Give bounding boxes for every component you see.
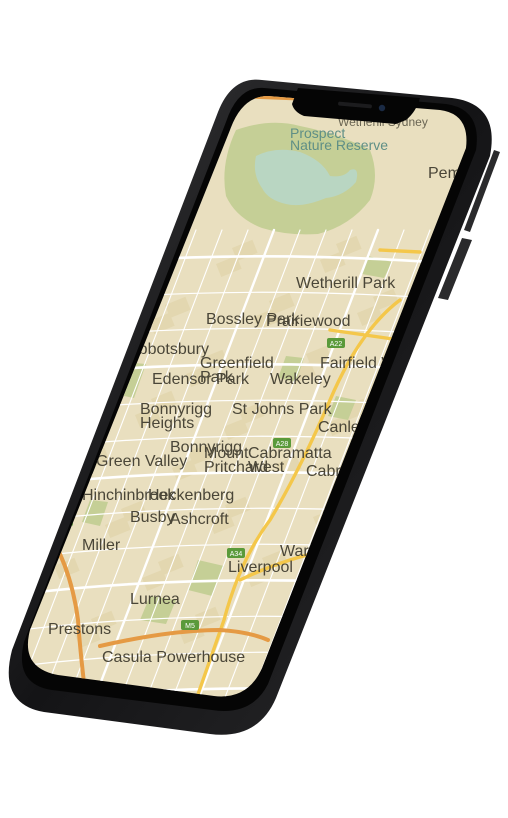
urban-block [387, 614, 413, 636]
place-label-st_johns: St Johns Park [232, 401, 333, 418]
place-label-miller: Miller [82, 537, 121, 554]
urban-block [363, 467, 390, 489]
urban-block [128, 243, 154, 265]
place-label-busby: Busby [130, 509, 174, 526]
road-shield-m5: M5 [181, 620, 199, 630]
place-label-casula: Casula Powerhouse [102, 649, 245, 666]
place-label-lurnea: Lurnea [130, 591, 180, 608]
svg-text:M5: M5 [185, 623, 195, 630]
place-label-edensor: Edensor Park [152, 371, 250, 388]
urban-block [417, 504, 443, 526]
road-shield-a34: A34 [227, 548, 245, 558]
urban-block [60, 300, 87, 322]
urban-block [380, 451, 406, 473]
place-label-prestons: Prestons [48, 621, 111, 638]
road-shield-a22_top: A22 [327, 338, 345, 348]
place-label-green_valley: Green Valley [96, 453, 187, 470]
urban-block [350, 561, 376, 583]
urban-block [77, 284, 103, 306]
urban-block [40, 231, 66, 253]
road-shield-a28: A28 [273, 438, 291, 448]
phone-mockup-stage: ProspectNature ReservePemulwuyWetherill … [0, 0, 508, 818]
phone-mockup: ProspectNature ReservePemulwuyWetherill … [8, 79, 500, 735]
place-label-liverpool: Liverpool [228, 559, 293, 576]
urban-block [112, 259, 138, 281]
place-label-wakeley: Wakeley [270, 371, 331, 388]
place-label-prairiewood: Prairiewood [266, 313, 350, 330]
arterial-road [378, 248, 422, 254]
place-label-ashcroft: Ashcroft [170, 511, 229, 528]
urban-block [401, 520, 427, 542]
svg-text:A22: A22 [330, 341, 343, 348]
place-label-heckenberg: Heckenberg [148, 487, 234, 504]
svg-text:A28: A28 [276, 441, 289, 448]
urban-block [431, 410, 457, 432]
svg-text:A34: A34 [230, 551, 243, 558]
place-label-wetherill: Wetherill Park [296, 275, 396, 292]
urban-block [438, 573, 464, 595]
urban-block [46, 394, 73, 416]
front-camera [378, 104, 386, 112]
